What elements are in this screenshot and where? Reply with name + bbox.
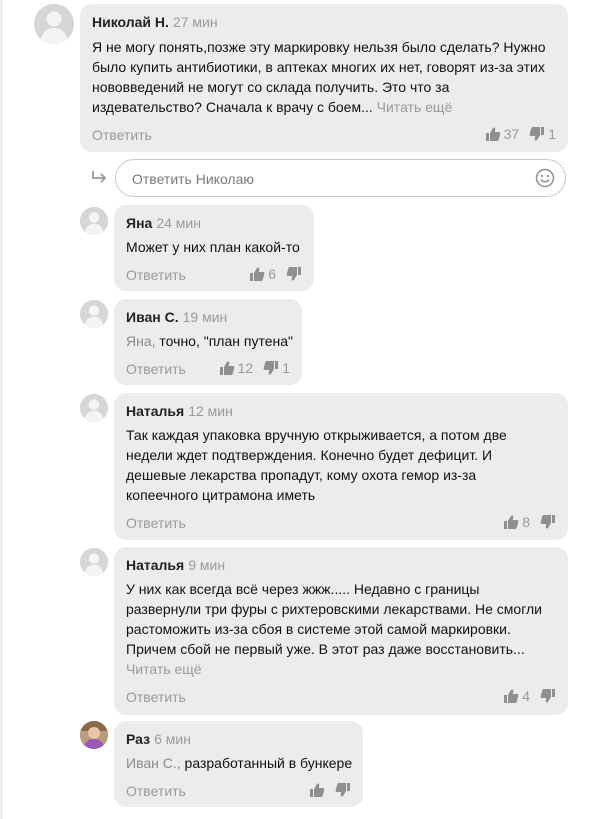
avatar[interactable] <box>80 394 108 422</box>
avatar[interactable] <box>80 721 108 749</box>
like-count: 6 <box>268 266 276 282</box>
user-photo-icon <box>80 721 108 749</box>
dislike-button[interactable] <box>540 514 556 530</box>
reply-input-box[interactable] <box>115 159 566 197</box>
comment-header: Яна 24 мин <box>126 215 201 231</box>
read-more-link[interactable]: Читать ещё <box>377 99 453 115</box>
thumbs-down-icon <box>335 782 351 798</box>
user-silhouette-icon <box>80 394 108 422</box>
vote-controls: 6 <box>249 266 302 282</box>
like-button[interactable]: 6 <box>249 266 276 282</box>
comment-text: Так каждая упаковка вручную открыживаетс… <box>126 427 507 503</box>
comment-text: Иван С., разработанный в бункере <box>126 753 356 773</box>
reply-button[interactable]: Ответить <box>92 127 152 143</box>
dislike-button[interactable]: 1 <box>263 360 290 376</box>
like-count: 8 <box>522 514 530 530</box>
comment-text-content: У них как всегда всё через жжж..... Неда… <box>126 581 543 657</box>
thumbs-up-icon <box>249 266 265 282</box>
comment-author[interactable]: Раз <box>126 731 150 747</box>
comment-text-content: разработанный в бункере <box>184 755 353 771</box>
dislike-count: 1 <box>282 360 290 376</box>
comment-time: 9 мин <box>188 557 226 573</box>
comment-header: Наталья 9 мин <box>126 557 225 573</box>
comment-author[interactable]: Яна <box>126 215 152 231</box>
thumbs-up-icon <box>309 782 325 798</box>
dislike-count: 1 <box>548 126 556 142</box>
comment-author[interactable]: Наталья <box>126 403 184 419</box>
comment-text: Яна, точно, "план путена" <box>126 331 296 351</box>
user-silhouette-icon <box>80 300 108 328</box>
reply-arrow-icon <box>92 171 107 183</box>
like-count: 4 <box>522 688 530 704</box>
read-more-link[interactable]: Читать ещё <box>126 661 202 677</box>
reply-button[interactable]: Ответить <box>126 783 186 799</box>
thumbs-down-icon <box>540 688 556 704</box>
comment-author[interactable]: Наталья <box>126 557 184 573</box>
comment-text: Может у них план какой-то <box>126 239 300 255</box>
comment-bubble: Наталья 12 мин Так каждая упаковка вручну… <box>114 393 568 540</box>
comment-author[interactable]: Иван С. <box>126 309 179 325</box>
user-silhouette-icon <box>34 4 74 44</box>
dislike-button[interactable] <box>335 782 351 798</box>
reply-button[interactable]: Ответить <box>126 361 186 377</box>
dislike-button[interactable]: 1 <box>529 126 556 142</box>
comment-header: Раз 6 мин <box>126 731 191 747</box>
like-button[interactable]: 4 <box>503 688 530 704</box>
dislike-button[interactable] <box>286 266 302 282</box>
thumbs-down-icon <box>263 360 279 376</box>
thumbs-up-icon <box>219 360 235 376</box>
thumbs-up-icon <box>503 688 519 704</box>
reply-button[interactable]: Ответить <box>126 267 186 283</box>
like-count: 37 <box>503 126 520 142</box>
smiley-icon[interactable] <box>535 168 555 188</box>
vote-controls <box>309 782 351 798</box>
vote-controls: 37 1 <box>485 126 556 142</box>
reply-input[interactable] <box>130 168 534 190</box>
comment-bubble: Раз 6 мин Иван С., разработанный в бункер… <box>114 721 363 807</box>
left-edge-divider <box>0 0 3 819</box>
thumbs-up-icon <box>485 126 501 142</box>
avatar[interactable] <box>34 4 74 44</box>
thumbs-down-icon <box>286 266 302 282</box>
like-button[interactable]: 12 <box>219 360 254 376</box>
mention-link[interactable]: Яна, <box>126 333 156 349</box>
comment-text: У них как всегда всё через жжж..... Неда… <box>126 579 548 679</box>
comment-bubble: Иван С. 19 мин Яна, точно, "план путена" … <box>114 299 302 385</box>
vote-controls: 12 1 <box>219 360 290 376</box>
comment-bubble: Наталья 9 мин У них как всегда всё через … <box>114 547 568 715</box>
comment-author[interactable]: Николай Н. <box>92 14 169 30</box>
thumbs-down-icon <box>540 514 556 530</box>
avatar[interactable] <box>80 207 108 235</box>
vote-controls: 4 <box>503 688 556 704</box>
avatar[interactable] <box>80 300 108 328</box>
comment-bubble: Николай Н. 27 мин Я не могу понять,позже … <box>80 4 568 152</box>
vote-controls: 8 <box>503 514 556 530</box>
comment-text-content: точно, "план путена" <box>159 333 293 349</box>
comment-text-content: Я не могу понять,позже эту маркировку не… <box>92 39 546 115</box>
like-button[interactable]: 8 <box>503 514 530 530</box>
comment-header: Наталья 12 мин <box>126 403 233 419</box>
comment-header: Николай Н. 27 мин <box>92 14 218 30</box>
avatar[interactable] <box>80 548 108 576</box>
like-button[interactable]: 37 <box>485 126 520 142</box>
comment-time: 24 мин <box>156 215 201 231</box>
like-count: 12 <box>237 360 254 376</box>
comment-time: 19 мин <box>182 309 228 325</box>
user-silhouette-icon <box>80 548 108 576</box>
reply-button[interactable]: Ответить <box>126 689 186 705</box>
like-button[interactable] <box>309 782 325 798</box>
comment-text: Я не могу понять,позже эту маркировку не… <box>92 37 558 117</box>
thumbs-down-icon <box>529 126 545 142</box>
comment-time: 6 мин <box>154 731 191 747</box>
mention-link[interactable]: Иван С., <box>126 755 181 771</box>
comment-bubble: Яна 24 мин Может у них план какой-то Отве… <box>114 205 314 291</box>
comment-header: Иван С. 19 мин <box>126 309 227 325</box>
dislike-button[interactable] <box>540 688 556 704</box>
reply-button[interactable]: Ответить <box>126 515 186 531</box>
thumbs-up-icon <box>503 514 519 530</box>
comment-time: 27 мин <box>172 14 218 30</box>
user-silhouette-icon <box>80 207 108 235</box>
comment-time: 12 мин <box>188 403 233 419</box>
